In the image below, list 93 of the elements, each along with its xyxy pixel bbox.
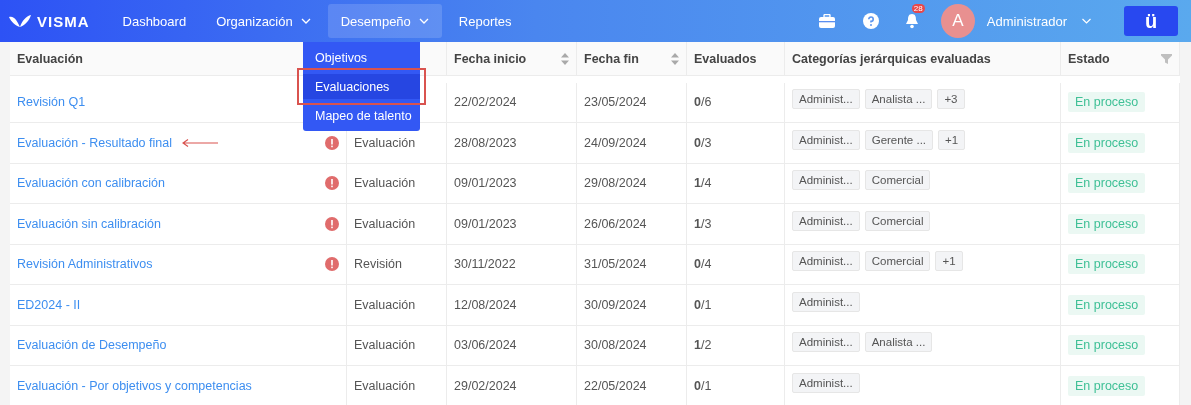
category-tag: Administ...: [792, 89, 860, 110]
category-tag: Administ...: [792, 332, 860, 353]
category-tag: Analista ...: [864, 89, 933, 110]
dropdown-menu-item[interactable]: Evaluaciones: [297, 68, 426, 105]
category-tag: +3: [937, 89, 965, 110]
table-cell: Evaluación: [347, 163, 447, 204]
evaluation-link[interactable]: Evaluación sin calibración: [17, 216, 161, 231]
chevron-down-icon: [1081, 18, 1092, 24]
status-badge: En proceso: [1068, 213, 1146, 234]
chevron-down-icon: [418, 18, 429, 24]
table-cell: 09/01/2023: [447, 204, 577, 245]
table-cell: 1/2: [687, 325, 785, 366]
nav-menu-item[interactable]: Dashboard: [109, 4, 200, 38]
evaluation-link[interactable]: Evaluación - Resultado final: [17, 135, 172, 150]
table-cell: 0/1: [687, 285, 785, 326]
nav-menu-item[interactable]: Desempeño: [327, 4, 442, 38]
app-button[interactable]: ü: [1124, 6, 1178, 36]
table-cell: Evaluación: [347, 204, 447, 245]
table-cell: 26/06/2024: [577, 204, 687, 245]
table-cell: Evaluación: [347, 325, 447, 366]
table-cell: 31/05/2024: [577, 244, 687, 285]
nav-menu-item[interactable]: Reportes: [445, 4, 525, 38]
table-cell: 0/1: [687, 366, 785, 405]
user-menu[interactable]: Administrador: [986, 13, 1092, 29]
column-header[interactable]: Categorías jerárquicas evaluadas: [785, 42, 1061, 76]
evaluation-link[interactable]: Evaluación con calibración: [17, 176, 165, 191]
table-cell: 28/08/2023: [447, 123, 577, 164]
status-badge: En proceso: [1068, 173, 1146, 194]
table-cell: 0/4: [687, 244, 785, 285]
user-avatar[interactable]: A: [940, 4, 975, 38]
evaluation-link[interactable]: Revisión Administrativos: [17, 257, 153, 272]
category-tag: Analista ...: [864, 332, 933, 353]
warning-icon: [325, 216, 339, 231]
column-header[interactable]: Fecha inicio: [447, 42, 577, 76]
sort-icon[interactable]: [561, 52, 569, 65]
evaluation-link[interactable]: Revisión Q1: [17, 95, 86, 110]
table-cell: 29/08/2024: [577, 163, 687, 204]
evaluation-link[interactable]: Evaluación de Desempeño: [17, 338, 167, 353]
column-header[interactable]: Fecha fin: [577, 42, 687, 76]
table-cell: 03/06/2024: [447, 325, 577, 366]
category-tag: Administ...: [792, 251, 860, 272]
category-tag: Administ...: [792, 210, 860, 231]
help-icon[interactable]: [862, 13, 879, 29]
column-header[interactable]: Evaluados: [687, 42, 785, 76]
warning-icon: [325, 257, 339, 272]
table-cell: Evaluación: [347, 285, 447, 326]
table-cell: 30/08/2024: [577, 325, 687, 366]
table-cell: 23/05/2024: [577, 82, 687, 123]
table-cell: 24/09/2024: [577, 123, 687, 164]
category-tag: Administ...: [792, 129, 860, 150]
category-tag: Gerente ...: [864, 129, 934, 150]
nav-menu-item[interactable]: Organización: [203, 4, 324, 38]
category-tag: Comercial: [864, 170, 931, 191]
evaluation-link[interactable]: ED2024 - II: [17, 297, 81, 312]
table-cell: Revisión: [347, 244, 447, 285]
chevron-down-icon: [300, 18, 311, 24]
warning-icon: [325, 176, 339, 191]
column-header[interactable]: Estado: [1061, 42, 1180, 76]
status-badge: En proceso: [1068, 132, 1146, 153]
table-cell: 1/4: [687, 163, 785, 204]
table-cell: 0/6: [687, 82, 785, 123]
sort-icon[interactable]: [671, 52, 679, 65]
category-tag: +1: [938, 129, 966, 150]
status-badge: En proceso: [1068, 294, 1146, 315]
table-cell: 1/3: [687, 204, 785, 245]
briefcase-icon[interactable]: [818, 14, 835, 28]
logo-text: VISMA: [37, 12, 90, 30]
table-cell: 30/11/2022: [447, 244, 577, 285]
logo-icon: [8, 14, 32, 28]
category-tag: +1: [935, 251, 963, 272]
category-tag: Comercial: [864, 251, 931, 272]
status-badge: En proceso: [1068, 335, 1146, 356]
category-tag: Administ...: [792, 291, 860, 312]
status-badge: En proceso: [1068, 375, 1146, 396]
table-cell: Evaluación: [347, 366, 447, 405]
filter-icon[interactable]: [1161, 53, 1172, 64]
table-cell: 12/08/2024: [447, 285, 577, 326]
bell-icon[interactable]: [904, 13, 919, 29]
table-cell: 22/02/2024: [447, 82, 577, 123]
table-cell: 22/05/2024: [577, 366, 687, 405]
table-cell: 29/02/2024: [447, 366, 577, 405]
category-tag: Administ...: [792, 372, 860, 393]
category-tag: Administ...: [792, 170, 860, 191]
status-badge: En proceso: [1068, 254, 1146, 275]
notification-badge: 28: [911, 4, 925, 13]
category-tag: Comercial: [864, 210, 931, 231]
table-cell: 0/3: [687, 123, 785, 164]
annotation-arrow: [181, 138, 218, 147]
table-cell: 09/01/2023: [447, 163, 577, 204]
evaluation-link[interactable]: Evaluación - Por objetivos y competencias: [17, 378, 252, 393]
table-cell: 30/09/2024: [577, 285, 687, 326]
status-badge: En proceso: [1068, 92, 1146, 113]
warning-icon: [325, 135, 339, 150]
